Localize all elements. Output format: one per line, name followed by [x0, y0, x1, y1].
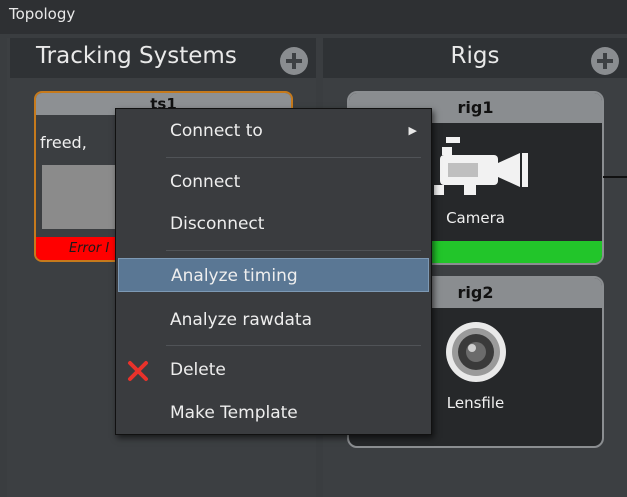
menu-item-analyze-rawdata[interactable]: Analyze rawdata	[118, 303, 429, 337]
rig-connector-line	[603, 176, 627, 178]
menu-separator	[166, 250, 421, 251]
menu-item-connect-to[interactable]: Connect to ▶	[118, 114, 429, 148]
menu-separator	[166, 157, 421, 158]
menu-item-make-template[interactable]: Make Template	[118, 396, 429, 430]
tracking-system-info: freed,	[40, 133, 87, 152]
menu-item-label: Connect	[170, 172, 241, 192]
rigs-header: Rigs	[323, 38, 627, 78]
lens-icon	[446, 322, 506, 382]
window-title: Topology	[0, 0, 627, 34]
tracking-system-thumbnail	[42, 165, 122, 229]
menu-item-label: Analyze timing	[171, 266, 298, 286]
menu-item-label: Delete	[170, 360, 226, 380]
menu-item-disconnect[interactable]: Disconnect	[118, 207, 429, 241]
add-rig-button[interactable]	[591, 47, 619, 75]
menu-item-label: Make Template	[170, 403, 298, 423]
menu-separator	[166, 345, 421, 346]
menu-item-delete[interactable]: Delete	[118, 353, 429, 387]
menu-item-analyze-timing[interactable]: Analyze timing	[118, 258, 429, 292]
tracking-systems-header: Tracking Systems	[10, 38, 316, 78]
menu-item-label: Disconnect	[170, 214, 265, 234]
camera-icon	[434, 137, 528, 195]
context-menu: Connect to ▶ Connect Disconnect Analyze …	[115, 108, 432, 435]
submenu-arrow-icon: ▶	[408, 124, 417, 137]
delete-x-icon	[128, 361, 148, 381]
menu-item-label: Connect to	[170, 121, 263, 141]
add-tracking-system-button[interactable]	[280, 47, 308, 75]
menu-item-label: Analyze rawdata	[170, 310, 312, 330]
menu-item-connect[interactable]: Connect	[118, 165, 429, 199]
